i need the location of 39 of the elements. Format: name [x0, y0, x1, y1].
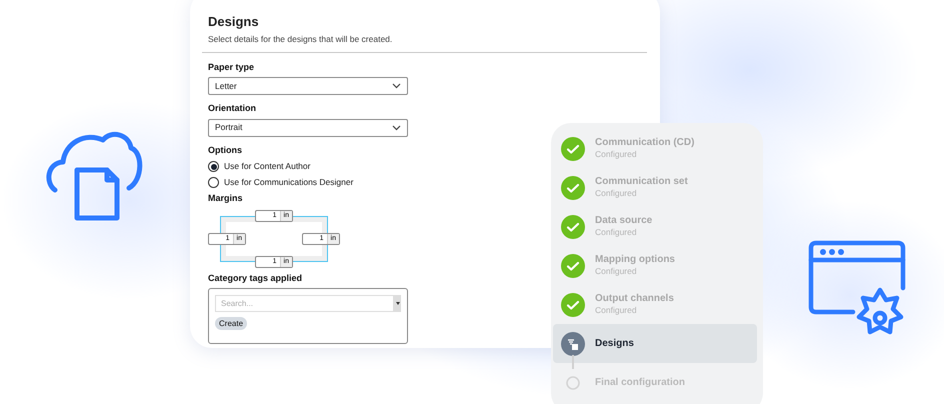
radio-option[interactable]: Use for Communications Designer: [208, 176, 354, 190]
radio-button[interactable]: [208, 177, 219, 188]
step-status: Configured: [595, 149, 638, 160]
step-title: Data source: [595, 215, 652, 227]
caret-icon: [396, 302, 400, 306]
dropdown[interactable]: Portrait: [208, 118, 408, 137]
dropdown[interactable]: Letter: [208, 77, 408, 96]
radio-button[interactable]: [208, 161, 219, 172]
step-title: Final configuration: [595, 376, 685, 388]
radio-option[interactable]: Use for Content Author: [208, 160, 354, 174]
step-title: Designs: [595, 338, 634, 350]
step-status: Configured: [595, 266, 638, 277]
field-label: Options: [208, 144, 243, 157]
step-title: Communication set: [595, 176, 688, 188]
step-title: Output channels: [595, 293, 674, 305]
field-label: Paper type: [208, 60, 256, 74]
search-field[interactable]: Search...: [215, 295, 394, 312]
chevron-down-icon: [392, 124, 401, 131]
connector-line: [572, 355, 574, 369]
check-circle-icon: [561, 214, 585, 238]
designs-step-icon: [561, 332, 585, 356]
step-item[interactable]: Designs: [553, 324, 757, 363]
field-label: Margins: [208, 192, 244, 206]
step-status: Configured: [595, 227, 638, 238]
check-circle-icon: [561, 136, 585, 160]
create-button[interactable]: Create: [215, 317, 248, 330]
field-label: Orientation: [208, 102, 258, 116]
chevron-down-icon: [392, 83, 401, 90]
check-circle-icon: [561, 254, 585, 278]
step-title: Communication (CD): [595, 137, 694, 149]
step-title: Mapping options: [595, 254, 675, 266]
check-circle-icon: [561, 176, 585, 200]
step-status: Configured: [595, 188, 638, 199]
form-subtitle: Select details for the designs that will be created.: [208, 33, 394, 46]
field-label: Category tags applied: [208, 272, 304, 285]
step-status: Configured: [595, 305, 638, 316]
check-circle-icon: [561, 292, 585, 316]
dropdown-toggle[interactable]: [394, 295, 401, 312]
form-title: Designs: [208, 14, 260, 30]
